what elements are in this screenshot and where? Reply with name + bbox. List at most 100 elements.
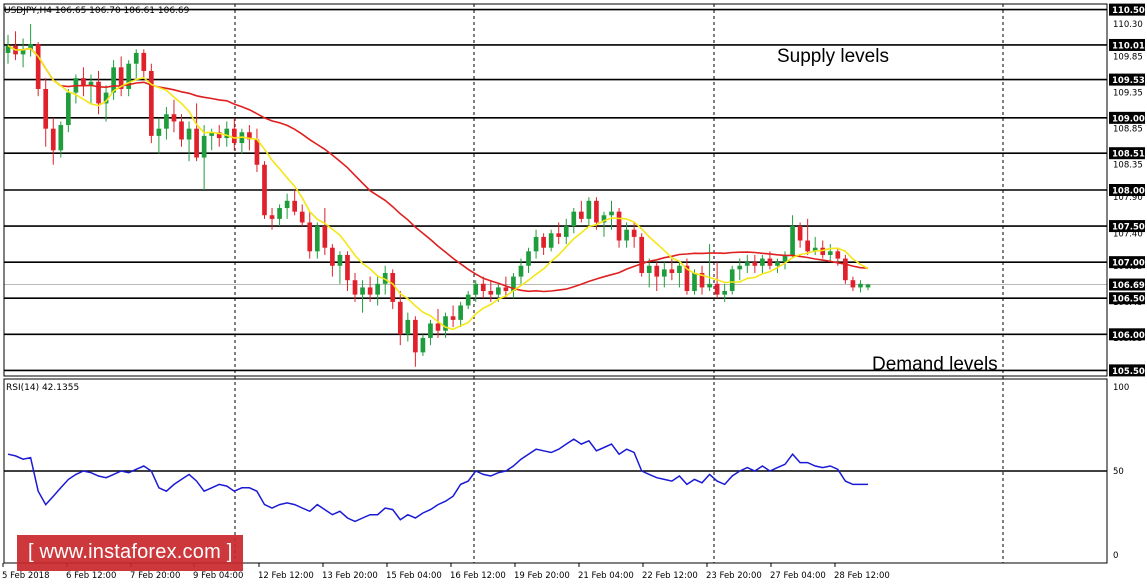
chart-canvas: 110.30109.85109.35108.85108.35107.90107.…: [2, 3, 1145, 581]
price-level-tag: 108.51: [1109, 147, 1145, 160]
rsi-panel: [4, 438, 1107, 523]
candle: [375, 276, 380, 306]
candle-body: [405, 319, 411, 335]
candle: [299, 204, 305, 227]
candle-body: [707, 283, 712, 288]
time-tick-label: 12 Feb 12:00: [258, 571, 314, 581]
candle: [639, 233, 645, 277]
candle: [262, 161, 267, 219]
candle-body: [292, 200, 298, 212]
time-tick-label: 5 Feb 2018: [2, 571, 50, 581]
candle: [428, 319, 433, 346]
candle-body: [314, 226, 320, 252]
candle: [812, 236, 818, 255]
candle: [156, 117, 162, 154]
ma-fast-line: [7, 45, 869, 331]
candle: [239, 128, 245, 154]
time-tick-label: 16 Feb 12:00: [450, 571, 506, 581]
candle-body: [533, 236, 539, 252]
candle-body: [714, 283, 720, 295]
candle-body: [81, 78, 86, 86]
candle-body: [503, 287, 509, 292]
candles: [5, 24, 871, 367]
time-tick-label: 15 Feb 04:00: [386, 571, 442, 581]
candle-body: [413, 319, 418, 353]
price-level-tag-label: 107.00: [1112, 259, 1145, 269]
candle: [254, 128, 260, 172]
candle: [35, 42, 41, 97]
candle: [420, 334, 426, 356]
rsi-tick-label: 100: [1113, 383, 1129, 393]
candle-body: [156, 128, 162, 136]
candle-body: [488, 291, 494, 295]
candle: [601, 211, 607, 237]
candle-body: [752, 262, 758, 266]
candle-body: [578, 211, 584, 219]
candle: [337, 251, 343, 284]
candle: [405, 312, 411, 342]
candle: [66, 88, 71, 133]
price-tick-label: 109.85: [1113, 53, 1143, 63]
candle-body: [43, 88, 49, 129]
candle: [616, 208, 622, 248]
price-level-tag: 109.00: [1109, 111, 1145, 124]
candle: [390, 269, 396, 310]
candle: [96, 70, 101, 115]
candle: [322, 208, 328, 255]
supply-levels-label: Supply levels: [777, 46, 889, 67]
candle: [654, 262, 660, 292]
candle-body: [692, 272, 697, 292]
candle: [526, 247, 531, 273]
candle-body: [737, 265, 743, 270]
candle-body: [465, 294, 471, 306]
rsi-label: RSI(14) 42.1355: [6, 383, 79, 393]
candle: [171, 99, 177, 133]
price-level-tag-label: 110.50: [1112, 6, 1145, 16]
price-level-tag: 106.00: [1109, 328, 1145, 341]
candle-body: [397, 301, 403, 335]
price-level-tag: 110.50: [1109, 3, 1145, 16]
candle-body: [827, 251, 833, 255]
candle: [548, 229, 554, 252]
candle-body: [805, 240, 810, 252]
candle-body: [58, 125, 64, 151]
candle-body: [677, 265, 682, 273]
candle: [533, 229, 539, 259]
candle: [511, 272, 516, 299]
candle-body: [148, 70, 154, 136]
candle: [450, 305, 456, 328]
candle: [578, 200, 584, 223]
price-level-tag-label: 108.00: [1112, 187, 1145, 197]
candle-body: [775, 262, 780, 266]
candle-body: [50, 128, 56, 151]
candle-body: [201, 135, 207, 158]
candle-body: [231, 128, 237, 144]
candle: [118, 56, 124, 97]
candle-body: [450, 316, 456, 320]
candle: [397, 291, 403, 346]
candle-body: [435, 323, 441, 331]
candle-body: [760, 258, 765, 266]
candle-body: [254, 139, 260, 165]
price-tick-label: 108.85: [1113, 125, 1143, 135]
candle: [330, 244, 335, 277]
price-level-tag: 106.69: [1109, 278, 1145, 291]
price-level-tag: 105.50: [1109, 364, 1145, 377]
candle: [133, 49, 139, 79]
time-tick-label: 21 Feb 04:00: [578, 571, 634, 581]
time-tick-label: 7 Feb 20:00: [130, 571, 180, 581]
candle-body: [375, 283, 380, 295]
price-tick-label: 110.30: [1113, 20, 1143, 30]
candle: [722, 283, 728, 302]
candle-body: [661, 269, 667, 277]
candle-body: [345, 254, 350, 281]
candle-body: [284, 200, 290, 209]
candle: [231, 117, 237, 151]
candle-body: [835, 251, 841, 259]
candle-body: [556, 233, 562, 237]
candle: [360, 280, 365, 313]
candle-body: [428, 323, 433, 338]
candle-body: [269, 215, 275, 219]
price-tick-label: 108.35: [1113, 161, 1143, 171]
candle-body: [858, 283, 863, 288]
